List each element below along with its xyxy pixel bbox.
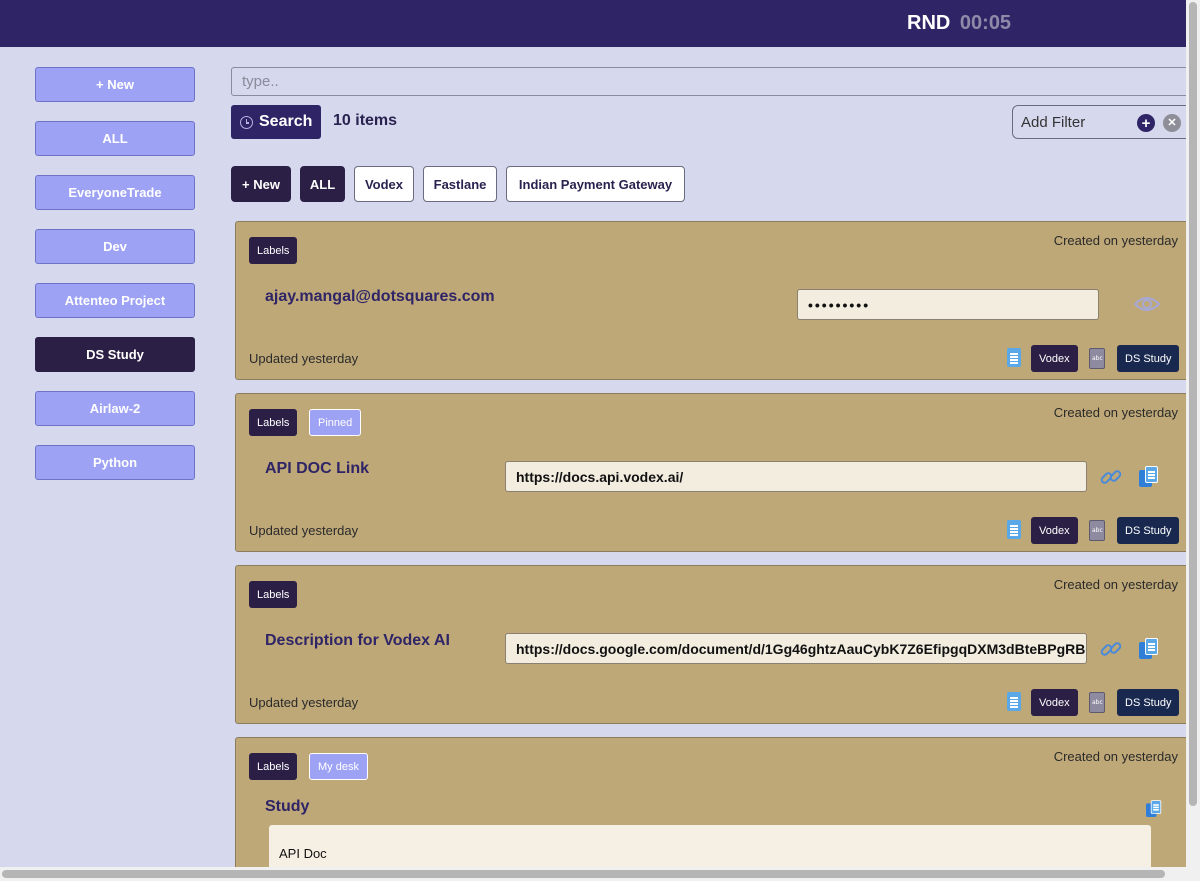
link-icon[interactable] (1100, 466, 1122, 488)
created-date: Created on yesterday (1053, 577, 1178, 592)
card: Labels My desk Created on yesterday Stud… (235, 737, 1195, 881)
sidebar-new-button[interactable]: + New (35, 67, 195, 102)
sidebar-item-attenteo-project[interactable]: Attenteo Project (35, 283, 195, 318)
app-brand: RND 00:05 (907, 12, 1011, 35)
document-icon[interactable] (1007, 692, 1021, 711)
card-title: ajay.mangal@dotsquares.com (265, 288, 495, 305)
add-filter-icon[interactable]: + (1137, 114, 1155, 132)
clear-filter-icon[interactable]: ✕ (1163, 114, 1181, 132)
password-field[interactable]: ••••••••• (797, 289, 1099, 320)
sidebar-item-all[interactable]: ALL (35, 121, 195, 156)
add-filter-label: Add Filter (1021, 114, 1086, 131)
tag-ds-study[interactable]: DS Study (1117, 689, 1180, 716)
tag-ds-study[interactable]: DS Study (1117, 517, 1180, 544)
search-button-label: Search (259, 113, 313, 130)
labels-button[interactable]: Labels (249, 581, 298, 608)
sidebar-item-everyonetrade[interactable]: EveryoneTrade (35, 175, 195, 210)
sidebar-item-airlaw-2[interactable]: Airlaw-2 (35, 391, 195, 426)
sidebar-item-ds-study[interactable]: DS Study (35, 337, 195, 372)
updated-date: Updated yesterday (249, 523, 359, 538)
updated-date: Updated yesterday (249, 695, 359, 710)
document-icon[interactable] (1007, 520, 1021, 539)
labels-button[interactable]: Labels (249, 753, 298, 780)
link-icon[interactable] (1100, 638, 1122, 660)
note-content-text: API Doc (279, 846, 327, 861)
pinned-badge[interactable]: Pinned (309, 409, 362, 436)
card: Labels Created on yesterday Description … (235, 565, 1195, 724)
sidebar-item-python[interactable]: Python (35, 445, 195, 480)
copy-icon[interactable] (1139, 466, 1159, 488)
search-input[interactable] (231, 67, 1191, 96)
document-icon[interactable] (1007, 348, 1021, 367)
top-bar: RND 00:05 (0, 0, 1186, 47)
created-date: Created on yesterday (1053, 749, 1178, 764)
copy-icon[interactable] (1139, 638, 1159, 660)
brand-name: RND (907, 12, 951, 34)
eye-icon[interactable] (1134, 295, 1160, 313)
card-title: API DOC Link (265, 460, 370, 477)
clock-icon (240, 115, 253, 129)
items-count: 10 items (333, 112, 398, 129)
tag-vodex[interactable]: Vodex (1031, 689, 1078, 716)
my-desk-badge[interactable]: My desk (309, 753, 368, 780)
horizontal-scrollbar-thumb[interactable] (2, 870, 1165, 878)
labels-button[interactable]: Labels (249, 237, 298, 264)
card-title: Study (265, 798, 310, 815)
copy-icon[interactable] (1146, 800, 1162, 818)
notebook-icon[interactable] (1089, 348, 1105, 369)
tag-ds-study[interactable]: DS Study (1117, 345, 1180, 372)
card: Labels Pinned Created on yesterday API D… (235, 393, 1195, 552)
notebook-icon[interactable] (1089, 520, 1105, 541)
card-title: Description for Vodex AI (265, 632, 450, 649)
search-button[interactable]: Search (231, 105, 321, 139)
labels-button[interactable]: Labels (249, 409, 298, 436)
chip-vodex[interactable]: Vodex (354, 166, 414, 202)
add-filter-field[interactable]: Add Filter + ✕ (1012, 105, 1192, 139)
created-date: Created on yesterday (1053, 405, 1178, 420)
sidebar-item-dev[interactable]: Dev (35, 229, 195, 264)
link-field[interactable]: https://docs.google.com/document/d/1Gg46… (505, 633, 1087, 664)
updated-date: Updated yesterday (249, 351, 359, 366)
chip-all[interactable]: ALL (300, 166, 345, 202)
chip-new-button[interactable]: + New (231, 166, 291, 202)
notebook-icon[interactable] (1089, 692, 1105, 713)
created-date: Created on yesterday (1053, 233, 1178, 248)
timer: 00:05 (959, 12, 1012, 34)
chip-indian-payment-gateway[interactable]: Indian Payment Gateway (506, 166, 685, 202)
link-field[interactable]: https://docs.api.vodex.ai/ (505, 461, 1087, 492)
card: Labels Created on yesterday ajay.mangal@… (235, 221, 1195, 380)
chip-fastlane[interactable]: Fastlane (423, 166, 497, 202)
vertical-scrollbar-thumb[interactable] (1189, 2, 1197, 806)
tag-vodex[interactable]: Vodex (1031, 345, 1078, 372)
tag-vodex[interactable]: Vodex (1031, 517, 1078, 544)
